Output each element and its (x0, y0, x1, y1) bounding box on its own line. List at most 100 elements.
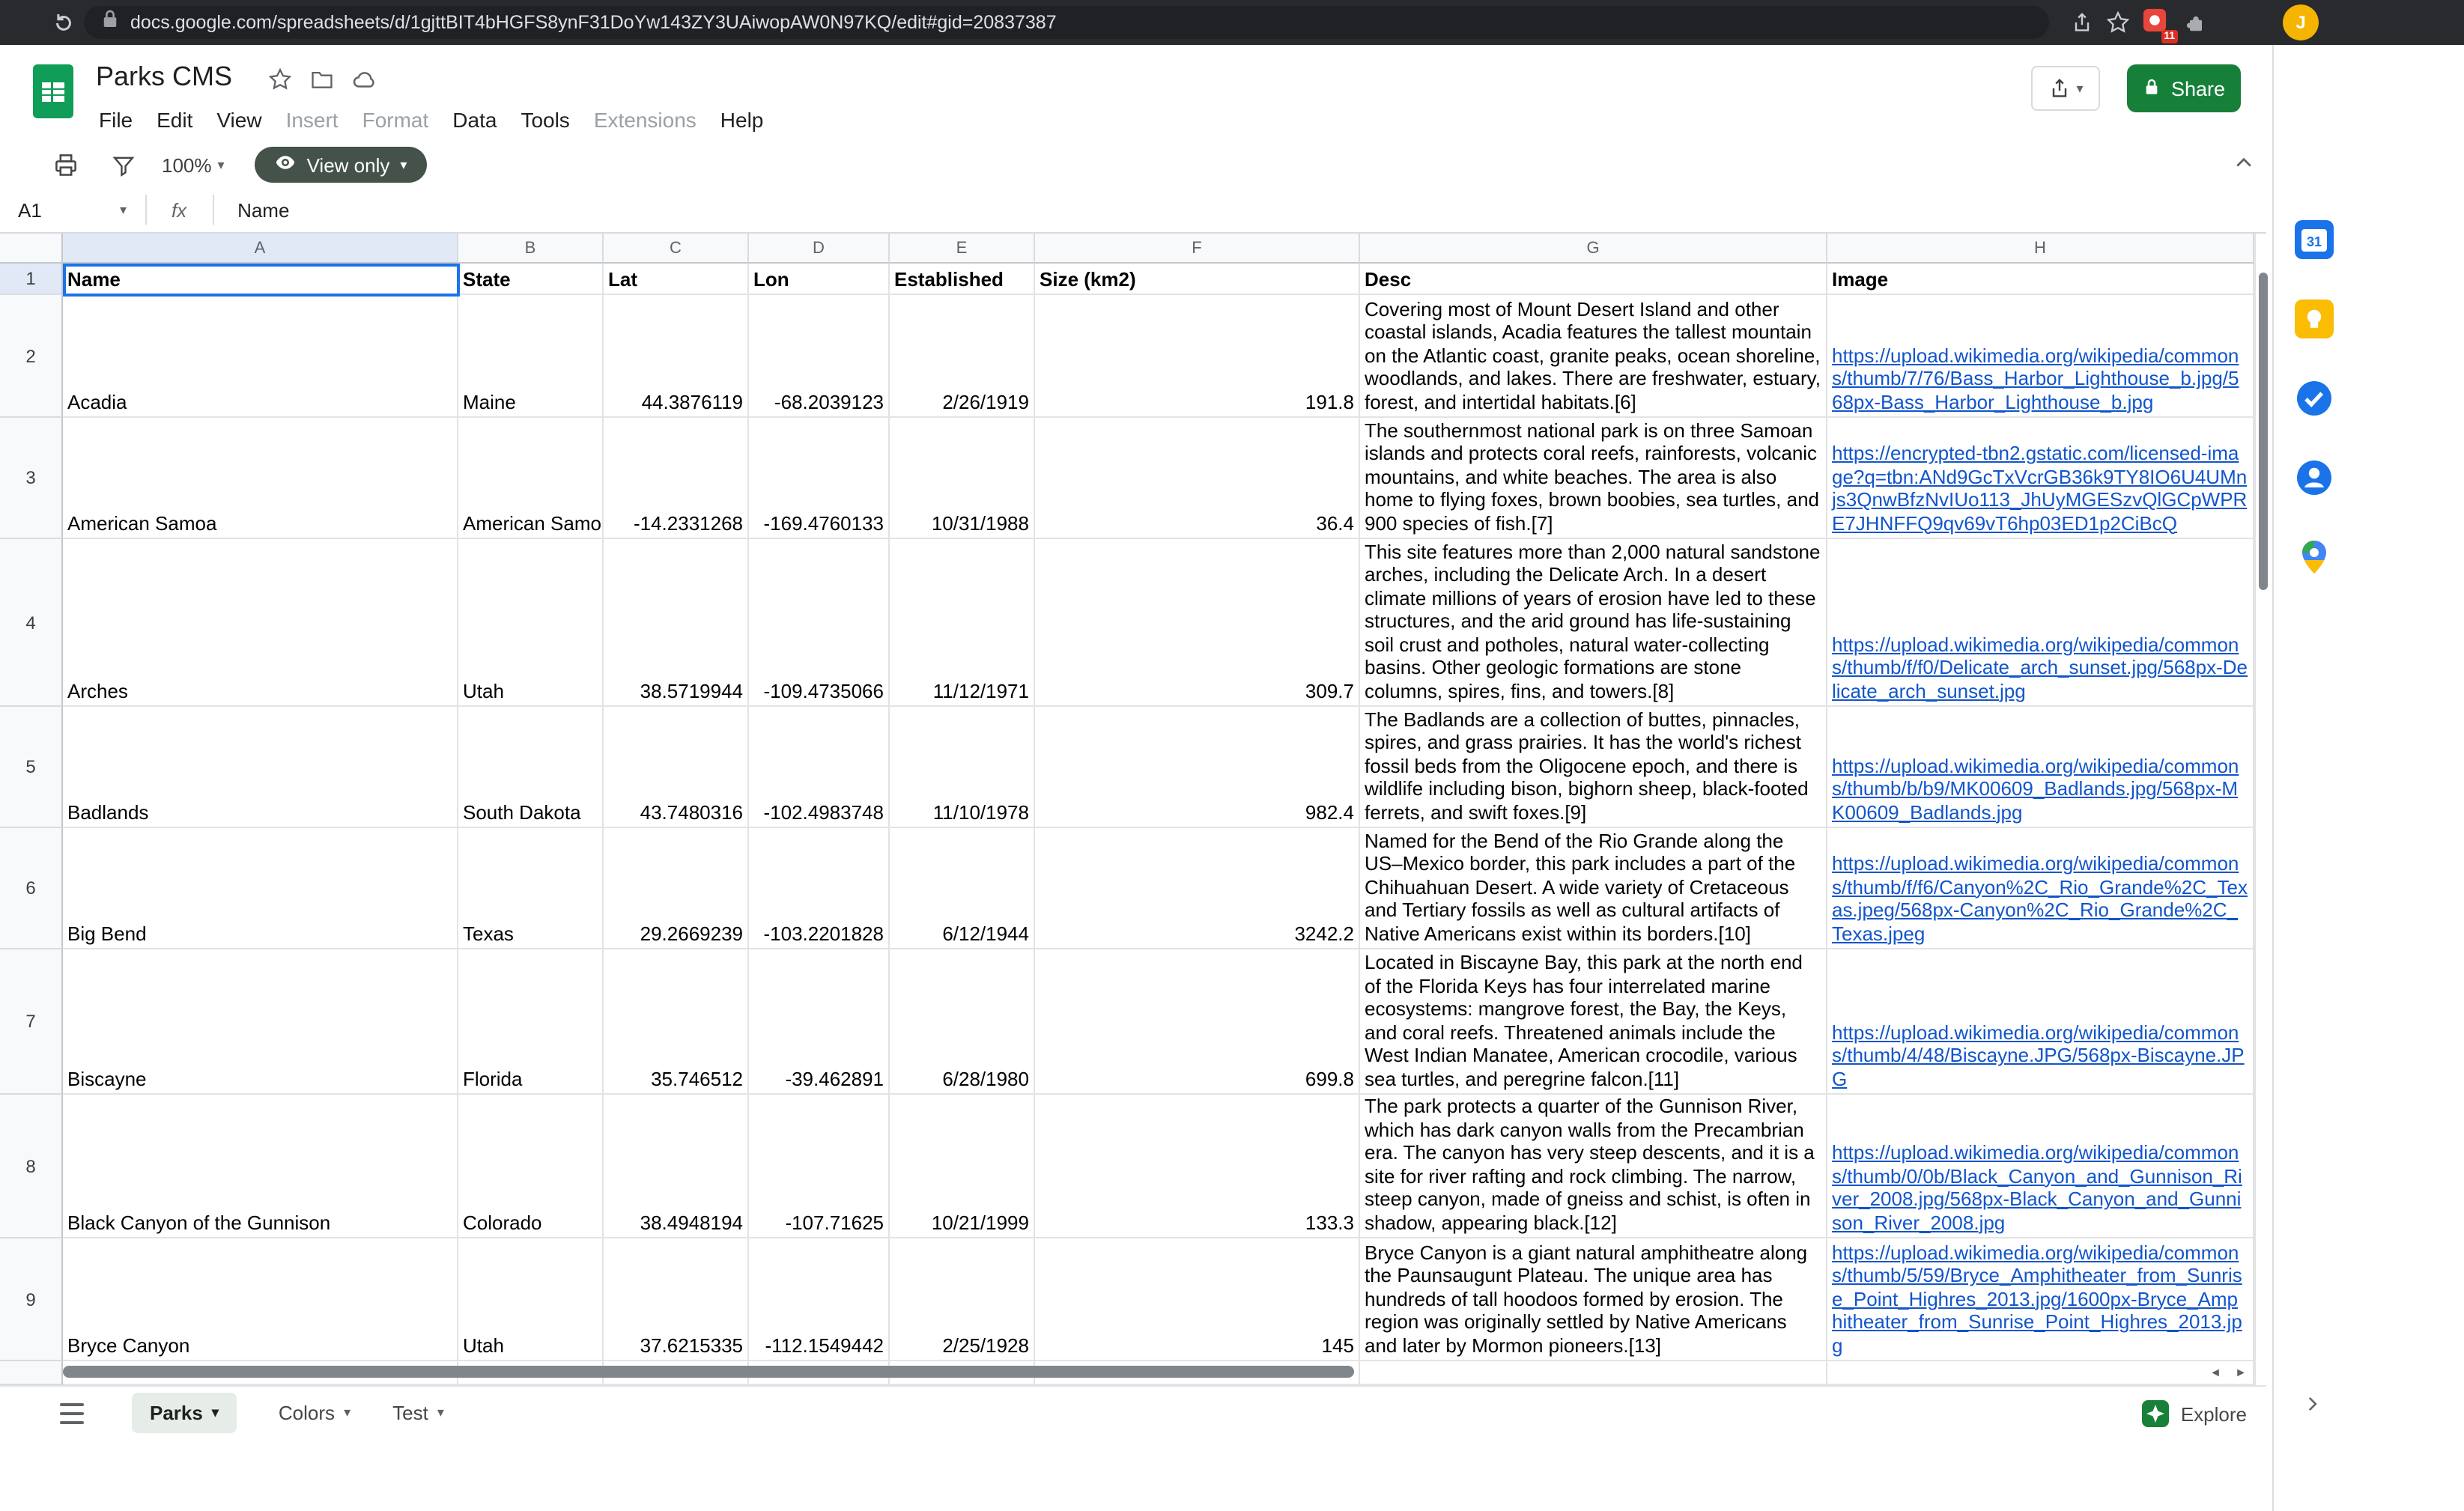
cell-d1[interactable]: Lon (749, 264, 890, 295)
cell-h2[interactable]: https://upload.wikimedia.org/wikipedia/c… (1827, 295, 2254, 418)
cell-e1[interactable]: Established (890, 264, 1035, 295)
column-header-h[interactable]: H (1827, 234, 2254, 264)
cell-c2[interactable]: 44.3876119 (604, 295, 749, 418)
cell-f2[interactable]: 191.8 (1035, 295, 1360, 418)
image-link[interactable]: https://upload.wikimedia.org/wikipedia/c… (1832, 1241, 2248, 1357)
cell-f1[interactable]: Size (km2) (1035, 264, 1360, 295)
document-status-cloud-icon[interactable] (351, 66, 377, 93)
column-header-a[interactable]: A (63, 234, 458, 264)
menu-extensions[interactable]: Extensions (582, 103, 708, 136)
name-box[interactable]: A1 (0, 198, 120, 221)
all-sheets-menu-icon[interactable] (57, 1398, 87, 1428)
image-link[interactable]: https://upload.wikimedia.org/wikipedia/c… (1832, 1021, 2248, 1090)
cell-a4[interactable]: Arches (63, 539, 458, 707)
menu-insert[interactable]: Insert (274, 103, 351, 136)
cell-a5[interactable]: Badlands (63, 707, 458, 828)
cell-b9[interactable]: Utah (458, 1238, 604, 1361)
move-folder-icon[interactable] (309, 66, 336, 93)
cell-e9[interactable]: 2/25/1928 (890, 1238, 1035, 1361)
extensions-puzzle-icon[interactable] (2181, 7, 2211, 37)
menu-help[interactable]: Help (708, 103, 776, 136)
cell-f7[interactable]: 699.8 (1035, 949, 1360, 1095)
cell-d9[interactable]: -112.1549442 (749, 1238, 890, 1361)
menu-tools[interactable]: Tools (509, 103, 581, 136)
image-link[interactable]: https://encrypted-tbn2.gstatic.com/licen… (1832, 442, 2248, 535)
cell-f9[interactable]: 145 (1035, 1238, 1360, 1361)
cell-h5[interactable]: https://upload.wikimedia.org/wikipedia/c… (1827, 707, 2254, 828)
cell-d6[interactable]: -103.2201828 (749, 828, 890, 949)
cell-d8[interactable]: -107.71625 (749, 1095, 890, 1238)
column-header-g[interactable]: G (1360, 234, 1827, 264)
cell-c9[interactable]: 37.6215335 (604, 1238, 749, 1361)
cell-c3[interactable]: -14.2331268 (604, 418, 749, 539)
cell-e5[interactable]: 11/10/1978 (890, 707, 1035, 828)
cell-c4[interactable]: 38.5719944 (604, 539, 749, 707)
row-header-4[interactable]: 4 (0, 539, 63, 707)
cell-g7[interactable]: Located in Biscayne Bay, this park at th… (1360, 949, 1827, 1095)
reload-icon[interactable] (48, 7, 78, 37)
cell-a2[interactable]: Acadia (63, 295, 458, 418)
cell-g3[interactable]: The southernmost national park is on thr… (1360, 418, 1827, 539)
cell-c1[interactable]: Lat (604, 264, 749, 295)
sheet-tab-colors[interactable]: Colors▾ (279, 1402, 351, 1424)
cell-d2[interactable]: -68.2039123 (749, 295, 890, 418)
collapse-toolbar-icon[interactable] (2229, 148, 2259, 178)
cell-b4[interactable]: Utah (458, 539, 604, 707)
sheet-tab-test[interactable]: Test▾ (392, 1402, 444, 1424)
row-header-partial[interactable] (0, 1361, 63, 1385)
horizontal-scrollbar-thumb[interactable] (63, 1366, 1354, 1378)
cell-d7[interactable]: -39.462891 (749, 949, 890, 1095)
row-header-8[interactable]: 8 (0, 1095, 63, 1238)
vertical-scrollbar[interactable] (2254, 234, 2268, 1385)
cell-h8[interactable]: https://upload.wikimedia.org/wikipedia/c… (1827, 1095, 2254, 1238)
cell-f5[interactable]: 982.4 (1035, 707, 1360, 828)
row-header-9[interactable]: 9 (0, 1238, 63, 1361)
cell-f8[interactable]: 133.3 (1035, 1095, 1360, 1238)
print-icon[interactable] (48, 147, 84, 183)
tasks-icon[interactable] (2295, 379, 2334, 418)
cell-h1[interactable]: Image (1827, 264, 2254, 295)
filter-icon[interactable] (105, 147, 141, 183)
image-link[interactable]: https://upload.wikimedia.org/wikipedia/c… (1832, 852, 2248, 945)
column-header-d[interactable]: D (749, 234, 890, 264)
cell-h3[interactable]: https://encrypted-tbn2.gstatic.com/licen… (1827, 418, 2254, 539)
cell-e8[interactable]: 10/21/1999 (890, 1095, 1035, 1238)
cell-e4[interactable]: 11/12/1971 (890, 539, 1035, 707)
cell-a3[interactable]: American Samoa (63, 418, 458, 539)
cell-h7[interactable]: https://upload.wikimedia.org/wikipedia/c… (1827, 949, 2254, 1095)
row-header-6[interactable]: 6 (0, 828, 63, 949)
cell-f6[interactable]: 3242.2 (1035, 828, 1360, 949)
contacts-icon[interactable] (2295, 458, 2334, 497)
cell-a1[interactable]: Name (63, 264, 458, 295)
cell-b6[interactable]: Texas (458, 828, 604, 949)
cell-b3[interactable]: American Samoa (458, 418, 604, 539)
vertical-scrollbar-thumb[interactable] (2258, 273, 2267, 590)
cell-c8[interactable]: 38.4948194 (604, 1095, 749, 1238)
scroll-right-icon[interactable]: ► (2233, 1364, 2248, 1379)
cell-h4[interactable]: https://upload.wikimedia.org/wikipedia/c… (1827, 539, 2254, 707)
explore-button[interactable]: Explore (2142, 1394, 2247, 1433)
cell-f4[interactable]: 309.7 (1035, 539, 1360, 707)
image-link[interactable]: https://upload.wikimedia.org/wikipedia/c… (1832, 754, 2248, 824)
cell-e7[interactable]: 6/28/1980 (890, 949, 1035, 1095)
view-only-button[interactable]: View only ▾ (255, 147, 427, 183)
cell-d3[interactable]: -169.4760133 (749, 418, 890, 539)
cell-a8[interactable]: Black Canyon of the Gunnison (63, 1095, 458, 1238)
row-header-2[interactable]: 2 (0, 295, 63, 418)
cell-b8[interactable]: Colorado (458, 1095, 604, 1238)
calendar-icon[interactable]: 31 (2295, 220, 2334, 259)
image-link[interactable]: https://upload.wikimedia.org/wikipedia/c… (1832, 344, 2248, 413)
cell-a9[interactable]: Bryce Canyon (63, 1238, 458, 1361)
cell-b2[interactable]: Maine (458, 295, 604, 418)
scroll-left-icon[interactable]: ◄ (2208, 1364, 2223, 1379)
cell-g1[interactable]: Desc (1360, 264, 1827, 295)
sheet-tab-parks[interactable]: Parks▾ (132, 1393, 237, 1433)
hide-side-panel-icon[interactable] (2298, 1390, 2325, 1417)
cell-h9[interactable]: https://upload.wikimedia.org/wikipedia/c… (1827, 1238, 2254, 1361)
cell-g4[interactable]: This site features more than 2,000 natur… (1360, 539, 1827, 707)
sheets-logo-icon[interactable] (33, 64, 73, 118)
column-header-c[interactable]: C (604, 234, 749, 264)
zoom-select[interactable]: 100% ▾ (162, 153, 225, 176)
cell-d4[interactable]: -109.4735066 (749, 539, 890, 707)
share-button[interactable]: Share (2127, 64, 2241, 112)
